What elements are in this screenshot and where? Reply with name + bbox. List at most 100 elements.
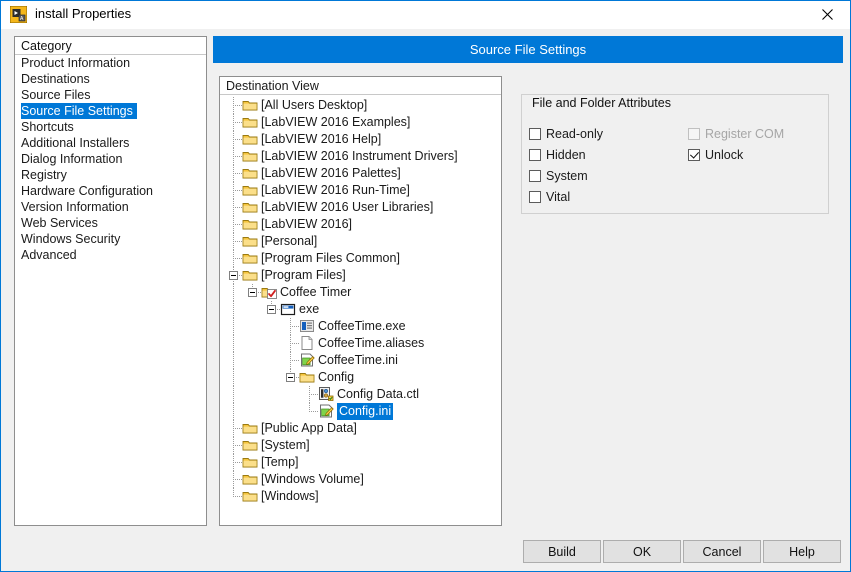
tree-guide-connector xyxy=(233,122,242,123)
tree-node-label: [Windows Volume] xyxy=(261,471,364,488)
tree-node[interactable]: [LabVIEW 2016 User Libraries] xyxy=(220,199,501,216)
destination-view-tree[interactable]: [All Users Desktop][LabVIEW 2016 Example… xyxy=(220,95,501,505)
tree-node-label: [Program Files Common] xyxy=(261,250,400,267)
tree-node[interactable]: Coffee Timer xyxy=(220,284,501,301)
tree-node[interactable]: [System] xyxy=(220,437,501,454)
category-item-web-services[interactable]: Web Services xyxy=(15,215,206,231)
category-item-destinations[interactable]: Destinations xyxy=(15,71,206,87)
category-item-shortcuts[interactable]: Shortcuts xyxy=(15,119,206,135)
tree-node[interactable]: [LabVIEW 2016 Help] xyxy=(220,131,501,148)
checkbox-icon[interactable] xyxy=(529,191,541,203)
checkbox-hidden[interactable]: Hidden xyxy=(529,148,586,162)
category-list-panel: Category Product InformationDestinations… xyxy=(14,36,207,526)
tree-node[interactable]: [Temp] xyxy=(220,454,501,471)
close-button[interactable] xyxy=(804,1,850,28)
folder-icon xyxy=(242,114,258,130)
cancel-button[interactable]: Cancel xyxy=(683,540,761,563)
category-item-registry[interactable]: Registry xyxy=(15,167,206,183)
category-item-windows-security[interactable]: Windows Security xyxy=(15,231,206,247)
tree-node[interactable]: [All Users Desktop] xyxy=(220,97,501,114)
page-title-banner: Source File Settings xyxy=(213,36,843,63)
checkbox-unlock[interactable]: Unlock xyxy=(688,148,743,162)
checkbox-icon[interactable] xyxy=(529,128,541,140)
tree-guide-connector xyxy=(233,190,242,191)
tree-node[interactable]: [LabVIEW 2016] xyxy=(220,216,501,233)
tree-node-content: Config xyxy=(299,369,354,386)
tree-node[interactable]: [Windows] xyxy=(220,488,501,505)
tree-node-label: [LabVIEW 2016 User Libraries] xyxy=(261,199,433,216)
category-item-dialog-information[interactable]: Dialog Information xyxy=(15,151,206,167)
tree-guide-connector xyxy=(233,156,242,157)
tree-guide-connector xyxy=(233,241,242,242)
tree-node[interactable]: Config Data.ctl xyxy=(220,386,501,403)
category-item-source-files[interactable]: Source Files xyxy=(15,87,206,103)
tree-node[interactable]: [LabVIEW 2016 Run-Time] xyxy=(220,182,501,199)
checkbox-read-only[interactable]: Read-only xyxy=(529,127,603,141)
tree-expander-collapse-icon[interactable] xyxy=(286,373,295,382)
tree-node-label: [LabVIEW 2016 Help] xyxy=(261,131,381,148)
tree-expander-collapse-icon[interactable] xyxy=(248,288,257,297)
tree-expander-collapse-icon[interactable] xyxy=(229,271,238,280)
tree-node[interactable]: [Program Files Common] xyxy=(220,250,501,267)
tree-node-content: CoffeeTime.ini xyxy=(299,352,398,369)
checkbox-label: Vital xyxy=(546,190,570,204)
checkbox-vital[interactable]: Vital xyxy=(529,190,570,204)
tree-node-content: [LabVIEW 2016 Palettes] xyxy=(242,165,401,182)
category-list-header: Category xyxy=(15,37,206,55)
tree-node[interactable]: Config.ini xyxy=(220,403,501,420)
ini-file-icon xyxy=(318,403,334,419)
tree-guide-connector xyxy=(290,326,299,327)
tree-guide-connector xyxy=(233,496,242,497)
tree-guide-line xyxy=(233,403,234,420)
ini-file-icon xyxy=(299,352,315,368)
checkbox-system[interactable]: System xyxy=(529,169,588,183)
tree-node[interactable]: [Public App Data] xyxy=(220,420,501,437)
category-item-source-file-settings[interactable]: Source File Settings xyxy=(15,103,206,119)
tree-node[interactable]: Config xyxy=(220,369,501,386)
tree-node[interactable]: [LabVIEW 2016 Instrument Drivers] xyxy=(220,148,501,165)
checkbox-label: System xyxy=(546,169,588,183)
tree-node-content: Config Data.ctl xyxy=(318,386,419,403)
checkbox-icon[interactable] xyxy=(529,149,541,161)
ok-button[interactable]: OK xyxy=(603,540,681,563)
tree-node[interactable]: CoffeeTime.ini xyxy=(220,352,501,369)
checkbox-label: Unlock xyxy=(705,148,743,162)
folder-icon xyxy=(242,437,258,453)
application-window-icon xyxy=(280,301,296,317)
checkbox-icon[interactable] xyxy=(688,149,700,161)
tree-guide-line xyxy=(233,386,234,403)
tree-guide-line xyxy=(233,284,234,301)
tree-node-content: [LabVIEW 2016] xyxy=(242,216,352,233)
tree-node-content: [Public App Data] xyxy=(242,420,357,437)
category-item-version-information[interactable]: Version Information xyxy=(15,199,206,215)
tree-guide-line xyxy=(233,318,234,335)
tree-guide-connector xyxy=(233,139,242,140)
tree-node[interactable]: CoffeeTime.exe xyxy=(220,318,501,335)
tree-expander-collapse-icon[interactable] xyxy=(267,305,276,314)
tree-guide-connector xyxy=(290,360,299,361)
tree-guide-line xyxy=(233,301,234,318)
checkbox-label: Register COM xyxy=(705,127,784,141)
category-item-hardware-configuration[interactable]: Hardware Configuration xyxy=(15,183,206,199)
checkbox-register-com: Register COM xyxy=(688,127,784,141)
tree-node[interactable]: [LabVIEW 2016 Palettes] xyxy=(220,165,501,182)
category-item-additional-installers[interactable]: Additional Installers xyxy=(15,135,206,151)
tree-node[interactable]: [Program Files] xyxy=(220,267,501,284)
category-item-advanced[interactable]: Advanced xyxy=(15,247,206,263)
folder-icon xyxy=(299,369,315,385)
title-bar: A install Properties xyxy=(1,1,850,29)
tree-guide-connector xyxy=(233,479,242,480)
build-button[interactable]: Build xyxy=(523,540,601,563)
tree-node[interactable]: [LabVIEW 2016 Examples] xyxy=(220,114,501,131)
category-item-product-information[interactable]: Product Information xyxy=(15,55,206,71)
tree-node[interactable]: [Windows Volume] xyxy=(220,471,501,488)
tree-node-content: [LabVIEW 2016 Help] xyxy=(242,131,381,148)
tree-node[interactable]: exe xyxy=(220,301,501,318)
folder-checked-icon xyxy=(261,284,277,300)
help-button[interactable]: Help xyxy=(763,540,841,563)
tree-node-content: [All Users Desktop] xyxy=(242,97,367,114)
tree-node[interactable]: CoffeeTime.aliases xyxy=(220,335,501,352)
tree-node-label: Coffee Timer xyxy=(280,284,351,301)
checkbox-icon[interactable] xyxy=(529,170,541,182)
tree-node[interactable]: [Personal] xyxy=(220,233,501,250)
